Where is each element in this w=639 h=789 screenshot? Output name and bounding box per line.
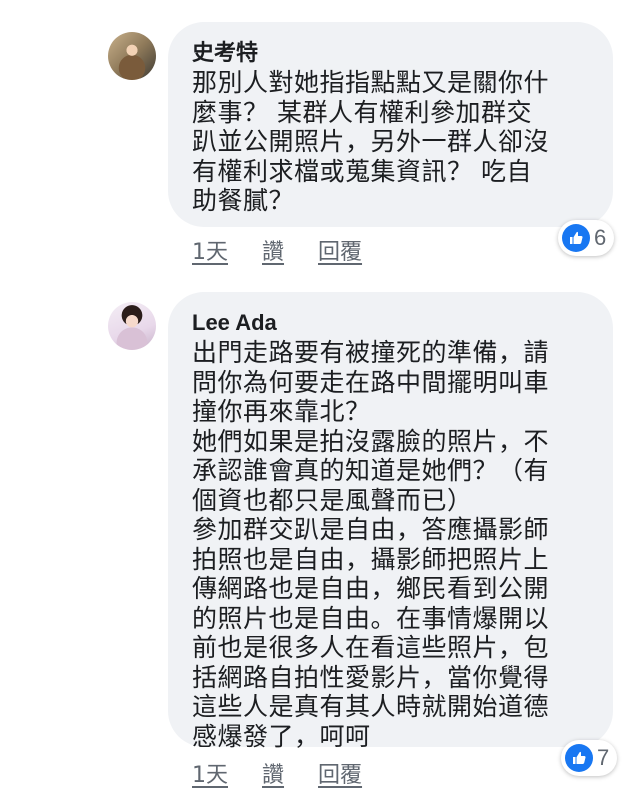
- timestamp-link[interactable]: 1天: [192, 757, 228, 789]
- reaction-count: 6: [594, 225, 607, 250]
- comment-author[interactable]: Lee Ada: [192, 310, 589, 336]
- comment-bubble: Lee Ada 出門走路要有被撞死的準備，請 問你為何要走在路中間擺明叫車 撞你…: [168, 292, 613, 751]
- like-link[interactable]: 讚: [262, 757, 284, 789]
- comment-author[interactable]: 史考特: [192, 40, 589, 66]
- comment-text: 那別人對她指指點點又是關你什 麼事？ 某群人有權利參加群交 趴並公開照片，另外一…: [192, 68, 550, 215]
- thumbs-up-icon: [562, 224, 590, 252]
- reaction-summary[interactable]: 7: [561, 740, 617, 776]
- reaction-summary[interactable]: 6: [558, 220, 614, 256]
- reply-link[interactable]: 回覆: [318, 757, 362, 789]
- reply-link[interactable]: 回覆: [318, 234, 362, 266]
- comment-actions: 1天 讚 回覆: [192, 757, 362, 789]
- reaction-count: 7: [597, 745, 610, 770]
- avatar[interactable]: [108, 302, 156, 350]
- comment-bubble: 史考特 那別人對她指指點點又是關你什 麼事？ 某群人有權利參加群交 趴並公開照片…: [168, 22, 613, 227]
- avatar[interactable]: [108, 32, 156, 80]
- thumbs-up-icon: [565, 744, 593, 772]
- comment-text: 出門走路要有被撞死的準備，請 問你為何要走在路中間擺明叫車 撞你再來靠北？ 她們…: [192, 338, 550, 751]
- timestamp-link[interactable]: 1天: [192, 234, 228, 266]
- like-link[interactable]: 讚: [262, 234, 284, 266]
- comment-actions: 1天 讚 回覆: [192, 234, 362, 266]
